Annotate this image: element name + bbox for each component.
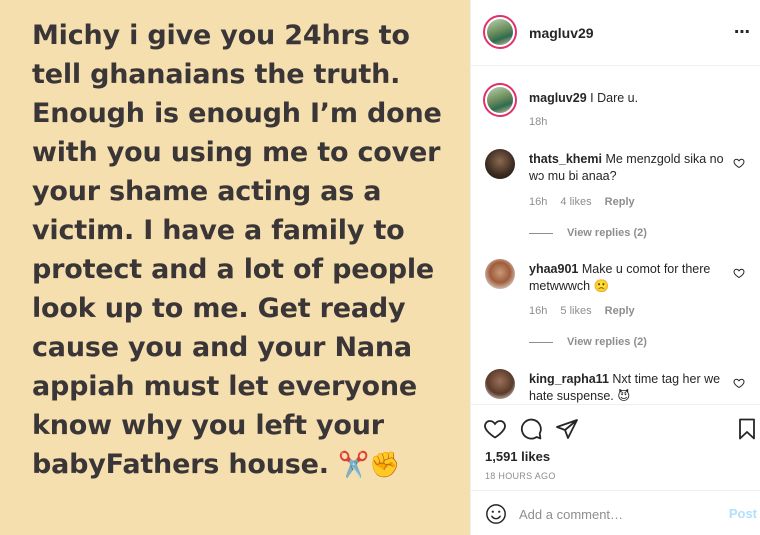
post-header: magluv29 ⋯ — [471, 0, 760, 66]
heart-icon[interactable] — [733, 377, 745, 389]
comment-likes[interactable]: 5 likes — [560, 305, 591, 317]
bookmark-icon[interactable] — [735, 417, 759, 441]
comment-username[interactable]: king_rapha11 — [529, 372, 609, 386]
avatar[interactable] — [485, 149, 515, 179]
post-text-emoji: ✂️✊ — [338, 450, 400, 479]
avatar[interactable] — [483, 83, 517, 117]
post-image: Michy i give you 24hrs to tell ghanaians… — [0, 0, 470, 535]
post-timestamp[interactable]: 18 HOURS AGO — [485, 471, 556, 481]
post-side-panel: magluv29 ⋯ magluv29 I Dare u. 18h thats_… — [470, 0, 760, 535]
view-replies-label: View replies (2) — [567, 227, 647, 239]
devil-emoji: 😈 — [617, 389, 631, 403]
post-image-text: Michy i give you 24hrs to tell ghanaians… — [32, 16, 462, 484]
comment-time[interactable]: 16h — [529, 305, 547, 317]
comment-time[interactable]: 16h — [529, 196, 547, 208]
comment-text: king_rapha11 Nxt time tag her we hate su… — [529, 371, 729, 404]
view-replies-label: View replies (2) — [567, 336, 647, 348]
reply-button[interactable]: Reply — [605, 305, 635, 317]
view-replies-button[interactable]: View replies (2) — [529, 227, 647, 239]
post-text-body: Michy i give you 24hrs to tell ghanaians… — [32, 20, 442, 480]
comments-list[interactable]: magluv29 I Dare u. 18h thats_khemi Me me… — [471, 67, 760, 404]
comment-text: thats_khemi Me menzgold sika no wɔ mu bi… — [529, 151, 729, 185]
comment-username[interactable]: thats_khemi — [529, 152, 602, 166]
share-icon[interactable] — [555, 417, 579, 441]
heart-icon[interactable] — [733, 267, 745, 279]
heart-icon[interactable] — [733, 157, 745, 169]
caption-time[interactable]: 18h — [529, 116, 547, 128]
comment-icon[interactable] — [519, 417, 543, 441]
divider — [529, 232, 553, 234]
add-comment-input[interactable] — [519, 504, 719, 524]
comment-username[interactable]: yhaa901 — [529, 262, 578, 276]
add-comment-bar: Post — [471, 490, 760, 535]
caption-body: I Dare u. — [590, 91, 639, 105]
sad-face-emoji: 🙁 — [593, 279, 610, 293]
caption-text: magluv29 I Dare u. — [529, 90, 729, 107]
likes-count[interactable]: 1,591 likes — [485, 449, 550, 464]
more-options-icon[interactable]: ⋯ — [734, 22, 751, 42]
comment-likes[interactable]: 4 likes — [560, 196, 591, 208]
caption-username[interactable]: magluv29 — [529, 91, 587, 105]
comment-text: yhaa901 Make u comot for there metwwwch … — [529, 261, 729, 295]
emoji-smile-icon[interactable] — [485, 503, 507, 525]
post-actions: 1,591 likes 18 HOURS AGO — [471, 404, 760, 490]
comment-meta: 16h 4 likes Reply — [529, 196, 645, 208]
avatar[interactable] — [485, 369, 515, 399]
avatar[interactable] — [485, 259, 515, 289]
divider — [529, 341, 553, 343]
view-replies-button[interactable]: View replies (2) — [529, 336, 647, 348]
avatar[interactable] — [483, 15, 517, 49]
like-heart-icon[interactable] — [483, 417, 507, 441]
comment-meta: 16h 5 likes Reply — [529, 305, 645, 317]
post-author-username[interactable]: magluv29 — [529, 25, 594, 41]
post-comment-button[interactable]: Post — [729, 506, 757, 521]
caption-meta: 18h — [529, 116, 557, 128]
reply-button[interactable]: Reply — [605, 196, 635, 208]
